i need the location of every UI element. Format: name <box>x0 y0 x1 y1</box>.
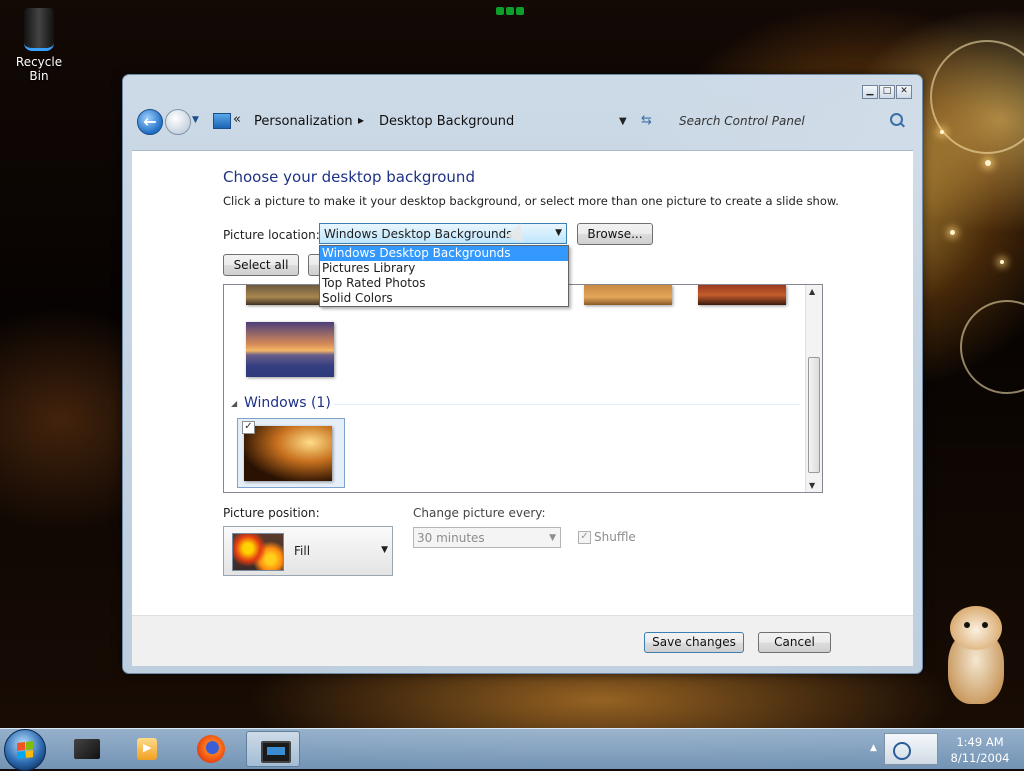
hamster-eye <box>964 622 970 628</box>
show-hidden-icons-icon[interactable]: ▲ <box>870 743 877 753</box>
hamster-head <box>950 606 1002 650</box>
recycle-bin-label: Recycle Bin <box>15 55 63 83</box>
wallpaper-thumbnail-windows[interactable] <box>244 426 332 481</box>
option-solid-colors[interactable]: Solid Colors <box>320 291 568 306</box>
page-subtitle: Click a picture to make it your desktop … <box>223 194 839 208</box>
picture-position-select[interactable]: Fill ▼ <box>223 526 393 576</box>
clock-date[interactable]: 8/11/2004 <box>944 751 1016 765</box>
gallery-scrollbar[interactable]: ▲ ▼ <box>805 285 822 492</box>
option-windows-desktop-backgrounds[interactable]: Windows Desktop Backgrounds <box>320 246 568 261</box>
chevron-down-icon: ▼ <box>555 228 562 238</box>
breadcrumb-overflow-chevron[interactable]: « <box>233 112 241 127</box>
scroll-up-icon[interactable]: ▲ <box>809 287 815 296</box>
breadcrumb-personalization[interactable]: Personalization <box>254 114 353 129</box>
start-button[interactable] <box>4 729 46 771</box>
select-all-button[interactable]: Select all <box>223 254 299 276</box>
wallpaper-swirl <box>960 300 1024 394</box>
chevron-down-icon: ▼ <box>549 533 556 543</box>
hamster-desktop-pet[interactable] <box>944 606 1010 706</box>
picture-location-value: Windows Desktop Backgrounds <box>324 227 513 241</box>
system-tray: ▲ 1:49 AM 8/11/2004 <box>862 729 1024 769</box>
recent-pages-dropdown-icon[interactable]: ▼ <box>192 115 199 125</box>
shuffle-label: Shuffle <box>594 530 636 544</box>
recycle-bin-icon <box>24 8 54 51</box>
option-top-rated-photos[interactable]: Top Rated Photos <box>320 276 568 291</box>
network-icon[interactable] <box>884 733 938 765</box>
cancel-button[interactable]: Cancel <box>758 632 831 653</box>
save-changes-button[interactable]: Save changes <box>644 632 744 653</box>
option-pictures-library[interactable]: Pictures Library <box>320 261 568 276</box>
media-player-icon <box>137 738 157 760</box>
windows-logo-icon <box>17 741 33 759</box>
taskbar-media-player[interactable] <box>120 731 174 767</box>
browse-button[interactable]: Browse... <box>577 223 653 245</box>
clock-time[interactable]: 1:49 AM <box>944 735 1016 749</box>
hamster-eye <box>982 622 988 628</box>
change-picture-value: 30 minutes <box>417 531 485 545</box>
search-input[interactable]: Search Control Panel <box>679 114 805 128</box>
close-button[interactable]: ✕ <box>896 85 912 99</box>
taskbar: ▲ 1:49 AM 8/11/2004 <box>0 728 1024 771</box>
wallpaper-gallery: ◢ Windows (1) ✓ ▲ ▼ <box>223 284 823 493</box>
caption-buttons: ▁ □ ✕ <box>862 85 912 99</box>
group-header-windows[interactable]: Windows (1) <box>244 395 331 411</box>
picture-location-select[interactable]: Windows Desktop Backgrounds ▼ <box>319 223 567 244</box>
group-divider <box>334 404 800 405</box>
wallpaper-thumbnail[interactable] <box>584 285 672 305</box>
back-button[interactable]: ← <box>137 109 163 135</box>
forward-button[interactable] <box>165 109 191 135</box>
refresh-icon[interactable]: ⇆ <box>641 113 652 128</box>
wallpaper-swirl <box>930 40 1024 154</box>
content-pane: Choose your desktop background Click a p… <box>132 150 913 615</box>
explorer-icon <box>74 739 100 759</box>
recycle-bin-shortcut[interactable]: Recycle Bin <box>6 8 72 83</box>
scrollbar-thumb[interactable] <box>808 357 820 473</box>
taskbar-explorer[interactable] <box>60 731 114 767</box>
wallpaper-sparkle <box>950 230 955 235</box>
wallpaper-sparkle <box>1000 260 1004 264</box>
breadcrumb-separator[interactable]: ▸ <box>358 113 364 127</box>
picture-location-label: Picture location: <box>223 228 320 242</box>
page-title: Choose your desktop background <box>223 168 475 186</box>
change-picture-label: Change picture every: <box>413 506 546 520</box>
search-icon[interactable] <box>890 113 903 126</box>
taskbar-control-panel[interactable] <box>246 731 300 767</box>
change-picture-select[interactable]: 30 minutes ▼ <box>413 527 561 548</box>
thumbnail-checkbox[interactable]: ✓ <box>242 421 255 434</box>
position-preview-image <box>232 533 284 571</box>
navigation-bar: ← ▼ « Personalization ▸ Desktop Backgrou… <box>131 103 913 141</box>
control-panel-taskbar-icon <box>261 741 291 763</box>
wallpaper-sparkle <box>985 160 991 166</box>
command-footer: Save changes Cancel <box>132 615 913 666</box>
breadcrumb-desktop-background[interactable]: Desktop Background <box>379 114 514 129</box>
chevron-down-icon: ▼ <box>381 545 388 555</box>
search-control-panel-box[interactable]: Search Control Panel <box>671 109 909 133</box>
picture-position-value: Fill <box>294 544 311 558</box>
wallpaper-sparkle <box>940 130 944 134</box>
top-notch-indicator <box>496 4 528 16</box>
minimize-button[interactable]: ▁ <box>862 85 878 99</box>
scroll-down-icon[interactable]: ▼ <box>809 481 815 490</box>
taskbar-firefox[interactable] <box>184 731 238 767</box>
control-panel-icon <box>213 113 231 129</box>
maximize-button[interactable]: □ <box>879 85 895 99</box>
firefox-icon <box>197 735 225 763</box>
picture-position-label: Picture position: <box>223 506 320 520</box>
collapse-group-icon[interactable]: ◢ <box>231 399 237 408</box>
address-dropdown-icon[interactable]: ▼ <box>619 116 627 127</box>
wallpaper-thumbnail-lake-sunset[interactable] <box>246 322 334 377</box>
shuffle-checkbox[interactable]: ✓ <box>578 531 591 544</box>
picture-location-dropdown-list: Windows Desktop Backgrounds Pictures Lib… <box>319 245 569 307</box>
desktop-background-window: ▁ □ ✕ ← ▼ « Personalization ▸ Desktop Ba… <box>122 74 923 674</box>
wallpaper-thumbnail[interactable] <box>698 285 786 305</box>
